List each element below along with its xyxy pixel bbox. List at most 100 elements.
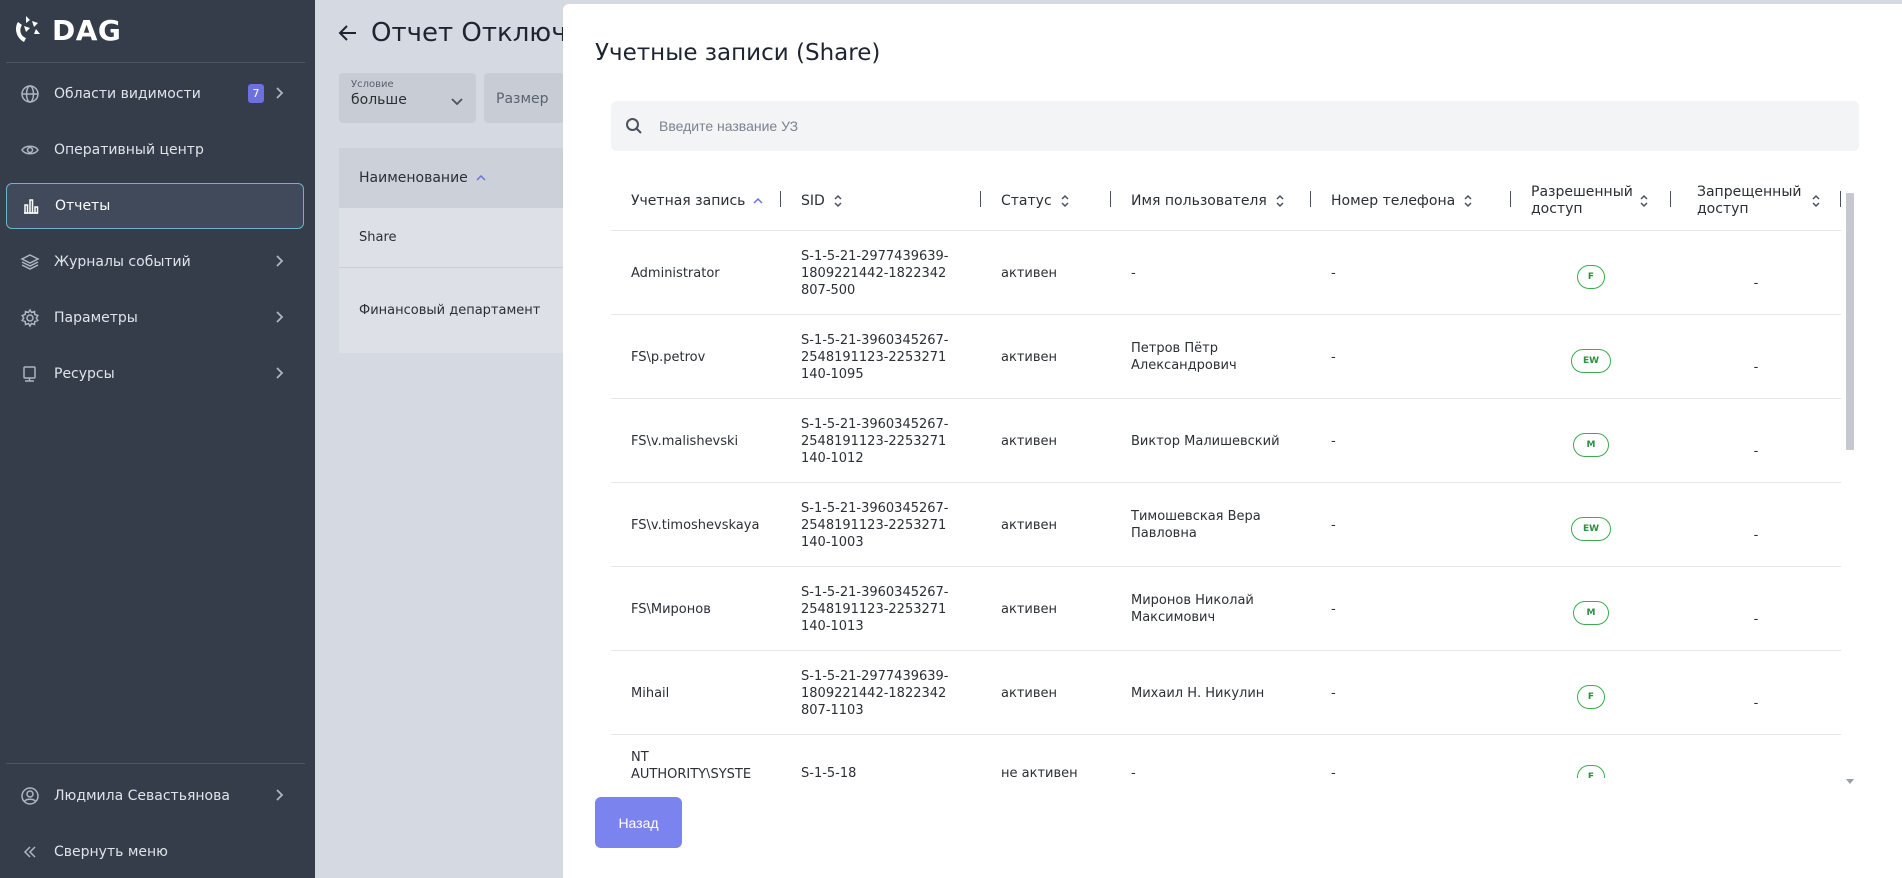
cell-status: не активен bbox=[1001, 766, 1078, 778]
table-row[interactable]: FS\Миронов S-1-5-21-3960345267-254819112… bbox=[611, 567, 1841, 651]
sidebar-item-resources[interactable]: Ресурсы bbox=[6, 351, 304, 397]
cell-denied: - bbox=[1753, 527, 1759, 543]
cell-username: - bbox=[1131, 265, 1136, 281]
condition-select[interactable]: Условие больше bbox=[339, 73, 476, 123]
sidebar-item-label: Журналы событий bbox=[54, 254, 191, 270]
access-badge: M bbox=[1573, 601, 1609, 625]
size-field[interactable]: Размер bbox=[484, 73, 564, 123]
double-chevron-left-icon bbox=[20, 842, 40, 862]
table-row[interactable]: FS\p.petrov S-1-5-21-3960345267-25481911… bbox=[611, 315, 1841, 399]
cell-username: Петров Пётр Александрович bbox=[1131, 341, 1237, 373]
chevron-right-icon bbox=[272, 86, 286, 100]
sidebar-item-label: Ресурсы bbox=[54, 366, 115, 382]
access-badge: F bbox=[1577, 265, 1605, 289]
cell-account: Administrator bbox=[631, 265, 720, 281]
table-row[interactable]: FS\v.malishevski S-1-5-21-3960345267-254… bbox=[611, 399, 1841, 483]
cell-account: FS\Миронов bbox=[631, 601, 711, 617]
sidebar-item-label: Области видимости bbox=[54, 86, 201, 102]
count-badge: 7 bbox=[248, 84, 264, 103]
arrow-left-icon[interactable] bbox=[337, 22, 359, 44]
table-row[interactable]: Share bbox=[339, 208, 569, 268]
search-input[interactable] bbox=[659, 118, 1809, 134]
search-box[interactable] bbox=[611, 101, 1859, 151]
cell-sid: S-1-5-21-3960345267-2548191123-225327114… bbox=[801, 332, 949, 382]
back-button[interactable]: Назад bbox=[595, 797, 682, 848]
sort-icon bbox=[1639, 194, 1649, 208]
sidebar-item-operations-center[interactable]: Оперативный центр bbox=[6, 127, 304, 173]
layers-icon bbox=[20, 252, 40, 272]
sort-icon bbox=[1060, 194, 1070, 208]
cell-phone: - bbox=[1331, 766, 1336, 778]
column-header-sid[interactable]: SID bbox=[781, 171, 981, 231]
collapse-menu-label: Свернуть меню bbox=[54, 844, 168, 860]
sidebar-item-settings[interactable]: Параметры bbox=[6, 295, 304, 341]
cell-sid: S-1-5-18 bbox=[801, 766, 857, 778]
eye-icon bbox=[20, 140, 40, 160]
sidebar-item-label: Отчеты bbox=[55, 198, 111, 214]
chevron-right-icon bbox=[272, 788, 286, 802]
cell-username: Миронов Николай Максимович bbox=[1131, 593, 1254, 625]
globe-icon bbox=[20, 84, 40, 104]
scroll-down-arrow-icon[interactable] bbox=[1846, 770, 1854, 784]
bar-chart-icon bbox=[21, 196, 41, 216]
access-badge: F bbox=[1577, 685, 1605, 709]
table-row[interactable]: Финансовый департамент bbox=[339, 268, 569, 352]
cell-denied: - bbox=[1753, 359, 1759, 375]
cell-status: активен bbox=[1001, 433, 1057, 449]
accounts-table: Учетная запись SID Статус Имя пользовате… bbox=[611, 171, 1859, 778]
cell-sid: S-1-5-21-2977439639-1809221442-182234280… bbox=[801, 668, 949, 718]
chevron-right-icon bbox=[272, 310, 286, 324]
table-row[interactable]: NT AUTHORITY\SYSTE S-1-5-18 не активен -… bbox=[611, 735, 1841, 778]
accounts-modal: Учетные записи (Share) Учетная запись SI… bbox=[563, 4, 1902, 878]
user-name: Людмила Севастьянова bbox=[54, 788, 230, 804]
cell-account: NT AUTHORITY\SYSTE bbox=[631, 750, 752, 778]
cell-status: активен bbox=[1001, 517, 1057, 533]
column-header-name[interactable]: Наименование bbox=[339, 148, 569, 208]
cell-account: FS\v.malishevski bbox=[631, 433, 739, 449]
cell-account: FS\v.timoshevskaya bbox=[631, 517, 760, 533]
chevron-down-icon bbox=[450, 93, 464, 107]
cell-phone: - bbox=[1331, 685, 1336, 701]
chevron-right-icon bbox=[272, 366, 286, 380]
cell-status: активен bbox=[1001, 349, 1057, 365]
access-badge: EW bbox=[1571, 517, 1611, 541]
app-logo[interactable]: DAG bbox=[12, 10, 121, 50]
report-table: Наименование Share Финансовый департамен… bbox=[339, 148, 569, 353]
chevron-right-icon bbox=[272, 254, 286, 268]
cell-status: активен bbox=[1001, 685, 1057, 701]
cell-denied: - bbox=[1753, 611, 1759, 627]
page-title: Отчет Отключе bbox=[337, 18, 583, 48]
cell-phone: - bbox=[1331, 265, 1336, 281]
table-row[interactable]: Administrator S-1-5-21-2977439639-180922… bbox=[611, 231, 1841, 315]
table-scrollbar[interactable] bbox=[1844, 183, 1856, 784]
column-resize-handle[interactable] bbox=[1840, 191, 1841, 207]
scroll-up-arrow-icon[interactable] bbox=[1846, 183, 1854, 198]
table-row[interactable]: FS\v.timoshevskaya S-1-5-21-3960345267-2… bbox=[611, 483, 1841, 567]
column-header-denied-access[interactable]: Запрещенный доступ bbox=[1671, 171, 1841, 231]
column-header-account[interactable]: Учетная запись bbox=[611, 171, 781, 231]
column-header-allowed-access[interactable]: Разрешенный доступ bbox=[1511, 171, 1671, 231]
sidebar-item-event-logs[interactable]: Журналы событий bbox=[6, 239, 304, 285]
sidebar-item-reports[interactable]: Отчеты bbox=[6, 183, 304, 229]
collapse-menu-button[interactable]: Свернуть меню bbox=[6, 829, 304, 875]
sidebar-item-label: Параметры bbox=[54, 310, 138, 326]
sort-asc-icon bbox=[753, 194, 763, 208]
cell-username: Михаил Н. Никулин bbox=[1131, 685, 1265, 701]
column-header-status[interactable]: Статус bbox=[981, 171, 1111, 231]
cell-sid: S-1-5-21-3960345267-2548191123-225327114… bbox=[801, 584, 949, 634]
column-header-username[interactable]: Имя пользователя bbox=[1111, 171, 1311, 231]
cell-account: Mihail bbox=[631, 685, 670, 701]
cell-phone: - bbox=[1331, 349, 1336, 365]
gear-icon bbox=[20, 308, 40, 328]
sort-icon bbox=[1275, 194, 1285, 208]
sidebar-user-profile[interactable]: Людмила Севастьянова bbox=[6, 773, 304, 819]
cell-status: активен bbox=[1001, 601, 1057, 617]
cell-denied: - bbox=[1753, 443, 1759, 459]
column-header-phone[interactable]: Номер телефона bbox=[1311, 171, 1511, 231]
cell-account: FS\p.petrov bbox=[631, 349, 706, 365]
sidebar-item-scopes[interactable]: Области видимости 7 bbox=[6, 71, 304, 117]
table-row[interactable]: Mihail S-1-5-21-2977439639-1809221442-18… bbox=[611, 651, 1841, 735]
scrollbar-thumb[interactable] bbox=[1846, 193, 1854, 450]
cell-status: активен bbox=[1001, 265, 1057, 281]
cell-denied: - bbox=[1753, 695, 1759, 711]
